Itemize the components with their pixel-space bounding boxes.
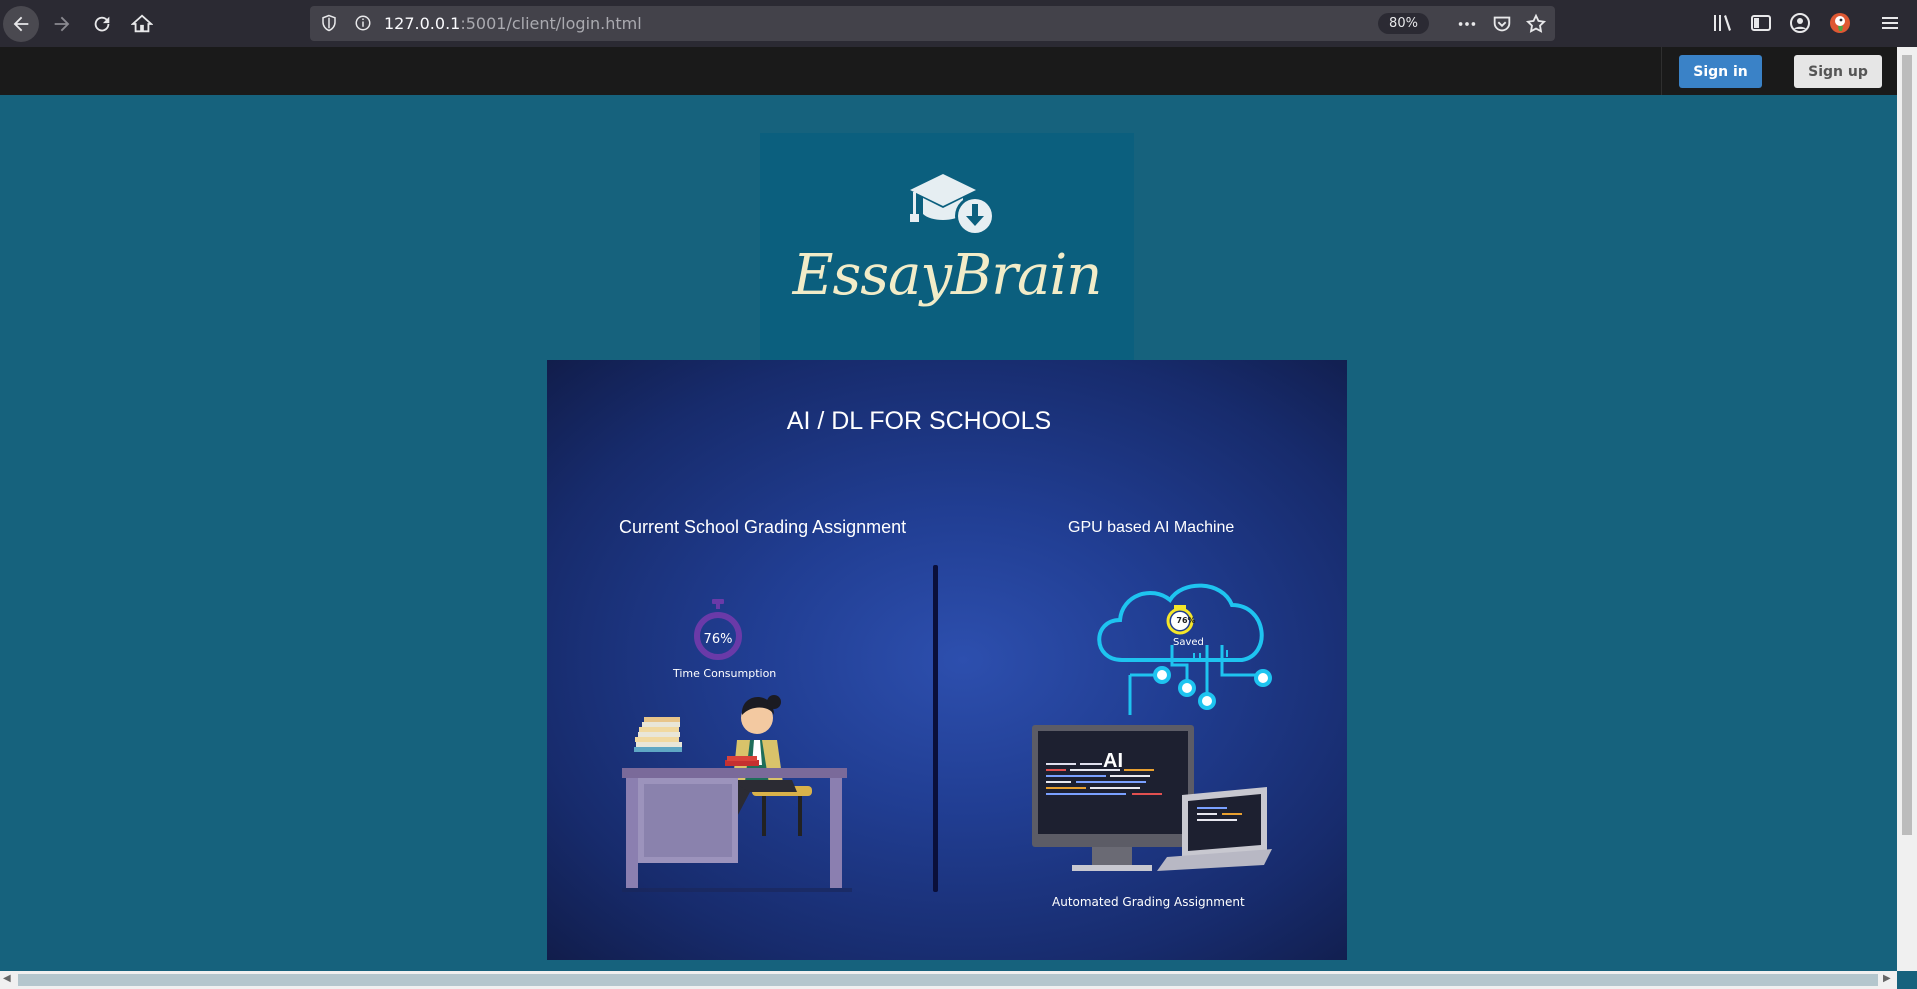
sidebar-icon[interactable] [1748,10,1774,36]
time-consumption-value: 76% [703,632,733,647]
sign-up-button[interactable]: Sign up [1794,55,1882,88]
ai-screen-label: AI [1103,750,1123,772]
sign-in-button[interactable]: Sign in [1679,55,1762,88]
logo-text: EssayBrain [792,243,1103,308]
home-icon[interactable] [124,6,160,42]
saved-label: Saved [1173,637,1204,648]
library-icon[interactable] [1710,10,1736,36]
duckduckgo-icon[interactable] [1827,10,1853,36]
graduation-cap-download-icon [910,174,995,236]
forward-icon[interactable] [44,6,80,42]
cloud-network-illustration [1097,583,1272,715]
more-icon[interactable] [1455,12,1479,36]
saved-value: 76% [1176,616,1196,625]
url-text[interactable]: 127.0.0.1:5001/client/login.html [384,14,642,33]
computer-illustration [1032,725,1272,871]
browser-toolbar: 127.0.0.1:5001/client/login.html 80% [0,0,1917,47]
time-consumption-label: Time Consumption [673,667,777,680]
bookmark-star-icon[interactable] [1524,12,1548,36]
shield-icon[interactable] [320,14,338,32]
left-heading: Current School Grading Assignment [619,517,907,537]
scroll-right-icon[interactable]: ▶ [1883,973,1891,984]
nav-divider [1661,47,1662,95]
vertical-scrollbar[interactable] [1897,47,1917,971]
horizontal-scroll-thumb[interactable] [18,974,1878,986]
back-icon[interactable] [3,6,39,42]
pocket-icon[interactable] [1490,12,1514,36]
hero-banner: AI / DL FOR SCHOOLS Current School Gradi… [547,360,1347,960]
banner-title: AI / DL FOR SCHOOLS [786,407,1052,435]
url-host: 127.0.0.1 [384,14,461,33]
automated-grading-label: Automated Grading Assignment [1052,895,1245,909]
scroll-left-icon[interactable]: ◀ [3,973,11,984]
menu-icon[interactable] [1877,10,1903,36]
vertical-scroll-thumb[interactable] [1902,55,1912,835]
reload-icon[interactable] [84,6,120,42]
logo-box: EssayBrain [760,133,1134,360]
info-icon[interactable] [354,14,372,32]
site-navbar: Sign in Sign up [0,47,1897,95]
zoom-badge[interactable]: 80% [1378,13,1429,34]
url-path: :5001/client/login.html [460,14,642,33]
account-icon[interactable] [1787,10,1813,36]
divider-line [933,565,938,892]
right-heading: GPU based AI Machine [1068,519,1235,536]
url-bar[interactable]: 127.0.0.1:5001/client/login.html 80% [310,6,1555,41]
stopwatch-icon [694,599,742,660]
teacher-at-desk-illustration [622,695,852,892]
horizontal-scrollbar[interactable]: ◀ ▶ [0,971,1897,989]
